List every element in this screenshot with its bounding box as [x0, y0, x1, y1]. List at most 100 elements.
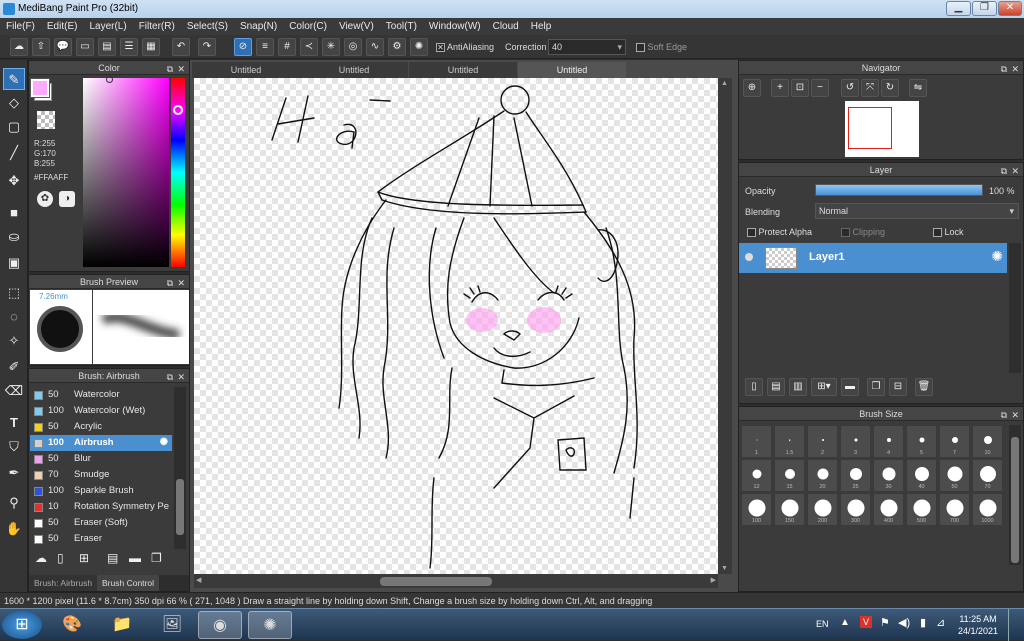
cross-snap-icon[interactable]: # [278, 38, 296, 56]
menu-select[interactable]: Select(S) [181, 18, 234, 35]
foreground-color-swatch[interactable] [30, 78, 50, 98]
photos-app-icon[interactable]: 🖼 [150, 611, 194, 639]
brush-size-cell[interactable]: 4 [873, 425, 904, 458]
brush-size-cell[interactable]: 3 [840, 425, 871, 458]
comment-icon[interactable]: 💬 [54, 38, 72, 56]
rectangle-tool-icon[interactable]: ▢ [3, 116, 25, 138]
document-tab[interactable]: Untitled [300, 62, 408, 78]
folder-icon[interactable]: ▬ [129, 551, 141, 565]
menu-window[interactable]: Window(W) [423, 18, 487, 35]
menu-snap[interactable]: Snap(N) [234, 18, 283, 35]
scroll-up-icon[interactable]: ▲ [721, 80, 728, 87]
canvas-vertical-scrollbar[interactable]: ▲ ▼ [718, 78, 732, 574]
menu-help[interactable]: Help [525, 18, 558, 35]
clipping-checkbox[interactable] [841, 228, 850, 238]
new-layer-icon[interactable]: ▯ [745, 378, 763, 396]
brush-size-cell[interactable]: 500 [906, 493, 937, 526]
language-indicator[interactable]: EN [816, 619, 829, 629]
float-icon[interactable]: ⧉ [1001, 62, 1007, 76]
line-tool-icon[interactable]: ╱ [3, 142, 25, 164]
brush-size-cell[interactable]: 100 [741, 493, 772, 526]
brush-size-cell[interactable]: 10 [972, 425, 1003, 458]
select-rect-tool-icon[interactable]: ⬚ [3, 282, 25, 304]
trash-icon[interactable]: 🗑 [915, 378, 933, 396]
grid-icon[interactable]: ▦ [142, 38, 160, 56]
snap-off-icon[interactable]: ⊘ [234, 38, 252, 56]
hue-cursor[interactable] [173, 105, 183, 115]
gradient-tool-icon[interactable]: ▣ [3, 252, 25, 274]
transparent-color-swatch[interactable] [37, 111, 55, 129]
brush-item-selected[interactable]: 100 Airbrush ✺ [30, 435, 172, 451]
folder-icon[interactable]: ▬ [841, 378, 859, 396]
chat-icon[interactable]: ▭ [76, 38, 94, 56]
close-icon[interactable]: ✕ [177, 370, 185, 384]
close-icon[interactable]: ✕ [177, 62, 185, 76]
copy-brush-icon[interactable]: ▤ [107, 551, 118, 565]
soft-edge-toggle[interactable]: Soft Edge [636, 42, 687, 53]
menu-file[interactable]: File(F) [0, 18, 41, 35]
document-tab[interactable]: Untitled [409, 62, 517, 78]
brush-size-cell[interactable]: 15 [774, 459, 805, 492]
clipping-toggle[interactable]: Clipping [841, 227, 885, 238]
new-8bit-layer-icon[interactable]: ▥ [789, 378, 807, 396]
brush-size-scrollbar[interactable] [1009, 425, 1021, 565]
move-tool-icon[interactable]: ✥ [3, 170, 25, 192]
redo-icon[interactable]: ↷ [198, 38, 216, 56]
brush-item[interactable]: 70 Smudge [30, 467, 172, 483]
page-icon[interactable]: ▤ [98, 38, 116, 56]
brush-item[interactable]: 50 Acrylic [30, 419, 172, 435]
protect-alpha-checkbox[interactable] [747, 228, 756, 238]
menu-filter[interactable]: Filter(R) [133, 18, 181, 35]
brush-size-cell[interactable]: 70 [972, 459, 1003, 492]
blending-select[interactable]: Normal ▾ [815, 203, 1019, 219]
parallel-snap-icon[interactable]: ≡ [256, 38, 274, 56]
flag-icon[interactable]: ⚑ [880, 616, 890, 629]
close-icon[interactable]: ✕ [1011, 62, 1019, 76]
protect-alpha-toggle[interactable]: Protect Alpha [747, 227, 812, 238]
saturation-value-picker[interactable] [83, 76, 169, 267]
scrollbar-thumb[interactable] [1011, 437, 1019, 563]
tab-brush-control[interactable]: Brush Control [97, 575, 159, 591]
layer-scrollbar[interactable] [1009, 243, 1021, 373]
float-icon[interactable]: ⧉ [1001, 164, 1007, 178]
list-icon[interactable]: ☰ [120, 38, 138, 56]
canvas-horizontal-scrollbar[interactable]: ◀ ▶ [194, 574, 718, 588]
show-desktop-button[interactable] [1008, 609, 1024, 641]
antivirus-icon[interactable]: V [860, 616, 872, 628]
sv-cursor[interactable] [106, 76, 113, 83]
dropper-tool-icon[interactable]: ✒ [3, 462, 25, 484]
soft-edge-checkbox[interactable] [636, 43, 645, 53]
close-icon[interactable]: ✕ [1011, 408, 1019, 422]
zoom-in-icon[interactable]: ⊕ [743, 79, 761, 97]
brush-size-cell[interactable]: 150 [774, 493, 805, 526]
document-tab-active[interactable]: Untitled [518, 62, 626, 78]
rotate-left-icon[interactable]: ↺ [841, 79, 859, 97]
medibang-icon[interactable]: ✺ [248, 611, 292, 639]
menu-tool[interactable]: Tool(T) [380, 18, 423, 35]
lasso-tool-icon[interactable]: ◌ [3, 306, 25, 328]
brush-size-cell[interactable]: 200 [807, 493, 838, 526]
vanishing-snap-icon[interactable]: ≺ [300, 38, 318, 56]
brush-item[interactable]: 50 Eraser (Soft) [30, 515, 172, 531]
lock-checkbox[interactable] [933, 228, 942, 238]
visibility-icon[interactable] [745, 253, 753, 261]
add-layer-menu-icon[interactable]: ⊞▾ [811, 378, 837, 396]
paint-app-icon[interactable]: 🎨 [50, 611, 94, 639]
explorer-icon[interactable]: 📁 [100, 611, 144, 639]
brush-size-cell[interactable]: 25 [840, 459, 871, 492]
new-brush-icon[interactable]: ▯ [57, 551, 64, 565]
chrome-icon[interactable]: ◉ [198, 611, 242, 639]
opacity-slider[interactable] [815, 184, 983, 196]
brush-item[interactable]: 100 Sparkle Brush [30, 483, 172, 499]
brush-size-cell[interactable]: 20 [807, 459, 838, 492]
navigator-thumbnail[interactable] [845, 101, 919, 157]
eraser-tool-icon[interactable]: ◇ [3, 92, 25, 114]
brush-size-cell[interactable]: 5 [906, 425, 937, 458]
close-icon[interactable]: ✕ [177, 276, 185, 290]
text-tool-icon[interactable]: T [3, 412, 25, 434]
cloud-brush-icon[interactable]: ☁ [35, 551, 47, 565]
minimize-button[interactable]: ▁ [946, 1, 971, 16]
menu-edit[interactable]: Edit(E) [41, 18, 84, 35]
layer-row[interactable]: Layer1 ✺ [739, 243, 1007, 273]
brush-size-cell[interactable]: 1.5 [774, 425, 805, 458]
